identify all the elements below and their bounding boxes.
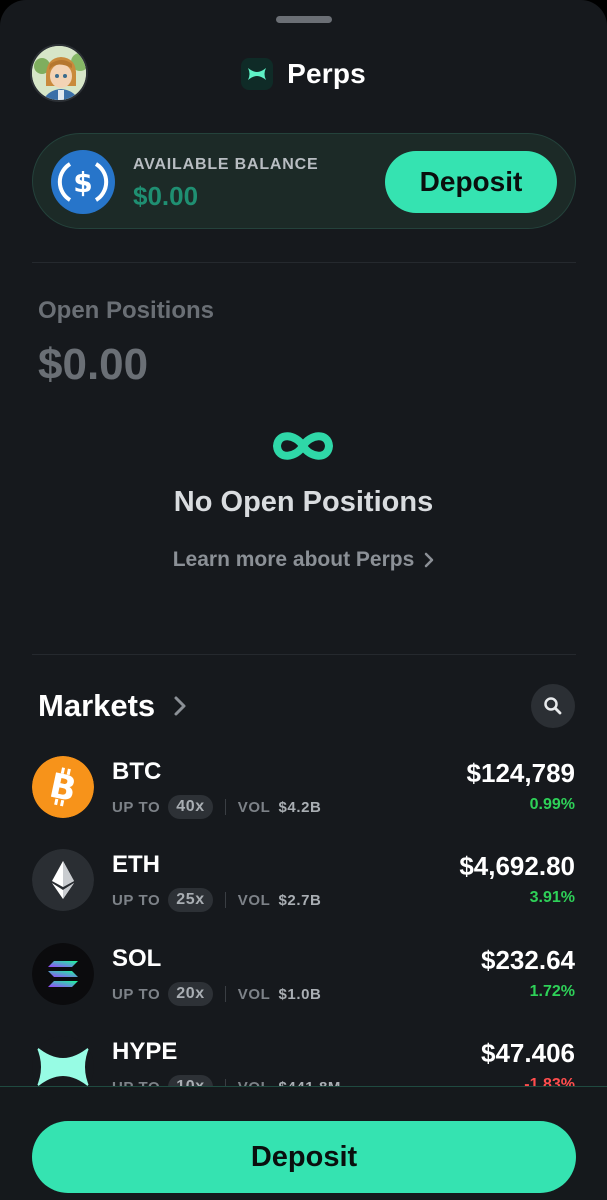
volume-value: $1.0B: [278, 985, 322, 1003]
meta-separator: [224, 986, 226, 1002]
market-symbol: BTC: [112, 758, 162, 785]
usdc-icon: $: [51, 150, 115, 214]
leverage-label: UP TO: [112, 798, 161, 816]
perps-sheet: Perps $ AVAILABLE BALANCE $0.00 Deposit …: [0, 0, 607, 1200]
learn-more-text: Learn more about Perps: [172, 548, 415, 571]
meta-separator: [224, 799, 226, 815]
sheet-grabber[interactable]: [276, 16, 332, 23]
market-symbol: HYPE: [112, 1038, 178, 1065]
market-price: $124,789: [466, 758, 575, 788]
balance-card: $ AVAILABLE BALANCE $0.00 Deposit: [32, 133, 576, 229]
svg-text:$: $: [73, 166, 92, 199]
volume-label: VOL: [237, 798, 271, 816]
app-title: Perps: [0, 54, 607, 94]
learn-more-link[interactable]: Learn more about Perps: [0, 546, 607, 574]
open-positions-label: Open Positions: [38, 297, 215, 324]
infinity-icon: [273, 432, 333, 460]
market-meta: UP TO 40x VOL $4.2B: [112, 794, 321, 820]
market-row-sol[interactable]: SOL UP TO 20x VOL $1.0B $232.64 1.72%: [0, 943, 607, 1023]
leverage-badge: 25x: [168, 888, 213, 912]
balance-deposit-button[interactable]: Deposit: [385, 151, 557, 213]
available-balance-value: $0.00: [133, 181, 199, 211]
open-positions-value: $0.00: [38, 340, 149, 389]
meta-separator: [224, 892, 226, 908]
volume-value: $2.7B: [278, 891, 322, 909]
market-price: $4,692.80: [459, 851, 575, 881]
market-row-btc[interactable]: B BTC UP TO 40x VOL $4.2B $124,789 0.99%: [0, 756, 607, 836]
market-meta: UP TO 25x VOL $2.7B: [112, 887, 321, 913]
market-change: 1.72%: [529, 983, 575, 1000]
volume-label: VOL: [237, 891, 271, 909]
volume-label: VOL: [237, 985, 271, 1003]
leverage-label: UP TO: [112, 891, 161, 909]
leverage-label: UP TO: [112, 985, 161, 1003]
app-title-text: Perps: [287, 58, 366, 89]
bottom-action-bar: Deposit: [0, 1086, 607, 1200]
market-symbol: SOL: [112, 945, 162, 972]
market-price: $232.64: [481, 945, 575, 975]
market-change: 0.99%: [529, 796, 575, 813]
divider: [32, 262, 576, 263]
available-balance-label: AVAILABLE BALANCE: [133, 156, 319, 173]
search-icon: [544, 697, 562, 715]
volume-value: $4.2B: [278, 798, 322, 816]
market-change: 3.91%: [529, 889, 575, 906]
markets-header[interactable]: Markets: [38, 686, 187, 726]
deposit-button[interactable]: Deposit: [32, 1121, 576, 1193]
sol-icon: [32, 943, 94, 1005]
market-price: $47.406: [481, 1038, 575, 1068]
market-meta: UP TO 20x VOL $1.0B: [112, 981, 321, 1007]
search-button[interactable]: [531, 684, 575, 728]
eth-icon: [32, 849, 94, 911]
market-symbol: ETH: [112, 851, 160, 878]
market-row-eth[interactable]: ETH UP TO 25x VOL $2.7B $4,692.80 3.91%: [0, 849, 607, 929]
markets-title: Markets: [38, 688, 156, 723]
no-positions-title: No Open Positions: [173, 486, 434, 518]
leverage-badge: 40x: [168, 795, 213, 819]
leverage-badge: 20x: [168, 982, 213, 1006]
perps-logo-icon: [241, 58, 274, 90]
divider: [32, 654, 576, 655]
btc-icon: B: [32, 756, 94, 818]
chevron-right-icon: [174, 696, 186, 716]
chevron-right-icon: [425, 552, 434, 568]
